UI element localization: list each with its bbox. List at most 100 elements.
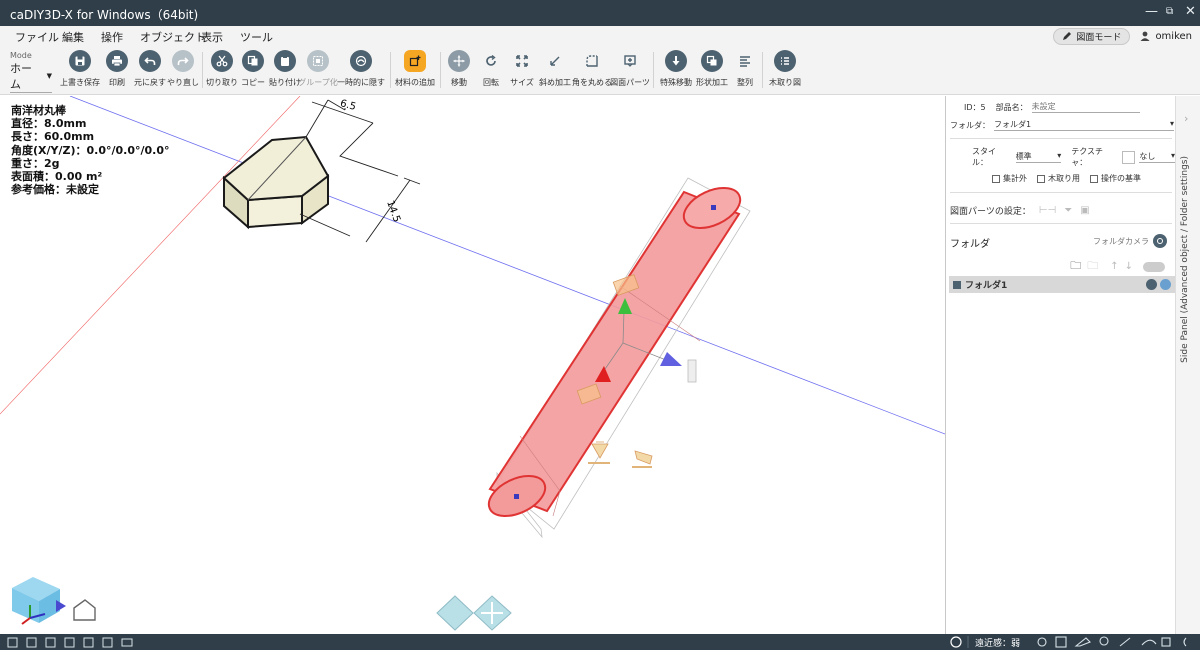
cut-list-checkbox[interactable]: 木取り用 [1037, 173, 1080, 184]
paste-button[interactable]: 貼り付け [269, 46, 301, 94]
undo-button[interactable]: 元に戻す [134, 46, 166, 94]
group-button[interactable]: グループ化 [298, 46, 338, 94]
texture-swatch[interactable] [1122, 150, 1136, 164]
drawing-parts-button[interactable]: 図面パーツ [610, 46, 650, 94]
user-name: omiken [1155, 30, 1192, 42]
cut-list-button[interactable]: 木取り図 [768, 46, 802, 94]
object-weight: 重さ：2g [11, 156, 60, 170]
toolbar-separator [202, 52, 203, 88]
round-rod-selected[interactable] [483, 177, 751, 539]
print-button[interactable]: 印刷 [105, 46, 129, 94]
toolbar-separator [440, 52, 441, 88]
dimension-tool-icon[interactable]: ⊢⊣ [1039, 205, 1056, 216]
add-material-button[interactable]: 材料の追加 [395, 46, 435, 94]
mode-selector[interactable]: Mode ホーム ▼ [10, 51, 52, 93]
zoom-button[interactable] [436, 595, 474, 631]
3d-viewport[interactable]: 6.5 14.5 南洋材丸棒 直径：8.0mm 長さ：60.0mm 角度(X/Y… [0, 96, 945, 634]
texture-label: テクスチャ： [1071, 147, 1103, 167]
rotate-icon [480, 50, 502, 72]
hide-temporarily-label: 一時的に隠す [337, 78, 385, 87]
object-area: 表面積：0.00 m² [11, 170, 103, 184]
camera-icon[interactable] [1153, 234, 1167, 248]
move-label: 移動 [451, 78, 467, 87]
status-tool-icons[interactable] [1037, 636, 1187, 648]
chevron-down-icon: ▾ [1057, 151, 1062, 160]
menu-object[interactable]: オブジェクト [140, 29, 206, 45]
print-label: 印刷 [109, 78, 125, 87]
menu-edit[interactable]: 編集 [62, 29, 84, 45]
maximize-icon[interactable]: ⧉ [1166, 6, 1173, 17]
object-name: 南洋材丸棒 [11, 104, 66, 117]
exclude-total-checkbox[interactable]: 集計外 [992, 173, 1027, 184]
user-account[interactable]: omiken [1140, 31, 1192, 42]
mode-label: Mode [10, 51, 32, 60]
status-bar: 遠近感：弱 [0, 634, 1200, 650]
shape-process-button[interactable]: 形状加工 [696, 46, 728, 94]
folder-visible-checkbox[interactable] [953, 280, 961, 289]
drawing-mode-label: 図面モード [1076, 32, 1122, 43]
add-folder-icon[interactable]: 🗀 [1070, 257, 1081, 276]
rotate-button[interactable]: 回転 [479, 46, 503, 94]
object-diameter: 直径：8.0mm [11, 117, 87, 131]
move-icon [448, 50, 470, 72]
lock-icon[interactable] [1146, 279, 1157, 290]
bevel-button[interactable]: 斜め加工 [539, 46, 571, 94]
move-button[interactable]: 移動 [447, 46, 471, 94]
redo-button[interactable]: やり直し [167, 46, 199, 94]
drawing-mode-button[interactable]: 図面モード [1053, 27, 1131, 45]
texture-select[interactable]: なし ▾ [1139, 151, 1175, 163]
hide-temporarily-button[interactable]: 一時的に隠す [337, 46, 385, 94]
style-select[interactable]: 標準 ▾ [1015, 151, 1062, 163]
move-up-icon[interactable]: ↑ [1110, 261, 1118, 272]
cut-button[interactable]: 切り取り [206, 46, 238, 94]
close-icon[interactable]: ✕ [1185, 4, 1196, 19]
hexagon-prism[interactable] [222, 135, 330, 230]
menu-view[interactable]: 表示 [201, 29, 223, 45]
remove-folder-icon[interactable]: 🗀 [1087, 257, 1098, 276]
rotate-label: 回転 [483, 78, 499, 87]
title-bar: caDIY3D-X for Windows（64bit) — ⧉ ✕ [0, 0, 1200, 26]
part-name-label: 部品名： [995, 102, 1028, 112]
chevron-right-icon[interactable]: › [1184, 112, 1188, 125]
part-name-input[interactable] [1031, 101, 1140, 113]
list-icon [774, 50, 796, 72]
menu-file[interactable]: ファイル [15, 29, 59, 45]
round-corner-button[interactable]: 角を丸める [572, 46, 612, 94]
minimize-icon[interactable]: — [1145, 4, 1158, 19]
home-icon[interactable] [73, 599, 96, 621]
operation-reference-checkbox[interactable]: 操作の基準 [1090, 173, 1141, 184]
toolbar: Mode ホーム ▼ 上書き保存 印刷 元に戻す やり直し 切り取り コピー 貼り… [0, 46, 1200, 95]
shape-process-icon [701, 50, 723, 72]
bevel-label: 斜め加工 [539, 78, 571, 87]
folder-select[interactable]: フォルダ1 ▾ [994, 119, 1174, 131]
view-cube[interactable] [12, 577, 66, 625]
side-panel-tab-label: Side Panel (Advanced object / Folder set… [1180, 156, 1190, 363]
copy-button[interactable]: コピー [241, 46, 265, 94]
align-button[interactable]: 整列 [735, 46, 755, 94]
folder-select-value: フォルダ1 [994, 120, 1032, 129]
object-angle: 角度(X/Y/Z)：0.0°/0.0°/0.0° [11, 143, 170, 157]
view-preset-icons[interactable] [7, 637, 133, 648]
globe-icon[interactable] [950, 636, 962, 648]
user-icon [1140, 31, 1150, 41]
pan-button[interactable] [473, 595, 512, 631]
save-button[interactable]: 上書き保存 [60, 46, 100, 94]
round-corner-icon [581, 50, 603, 72]
menu-operation[interactable]: 操作 [101, 29, 123, 45]
perspective-label[interactable]: 遠近感：弱 [975, 636, 1020, 649]
folder-toggle-icon[interactable] [1143, 261, 1165, 272]
special-move-button[interactable]: 特殊移動 [659, 46, 693, 94]
folder-list-item[interactable]: フォルダ1 [949, 276, 1175, 293]
divider [950, 223, 1172, 224]
image-icon[interactable]: ▣ [1080, 205, 1089, 216]
divider [950, 192, 1172, 193]
filter-icon[interactable]: ⏷ [1064, 205, 1072, 216]
size-button[interactable]: サイズ [510, 46, 534, 94]
side-panel-tab[interactable]: › Side Panel (Advanced object / Folder s… [1175, 96, 1200, 634]
size-label: サイズ [510, 78, 534, 87]
move-down-icon[interactable]: ↓ [1125, 261, 1133, 272]
camera-icon[interactable] [1160, 279, 1171, 290]
add-material-label: 材料の追加 [395, 78, 435, 87]
folder-section-title: フォルダ [950, 239, 990, 250]
menu-tools[interactable]: ツール [240, 29, 273, 45]
